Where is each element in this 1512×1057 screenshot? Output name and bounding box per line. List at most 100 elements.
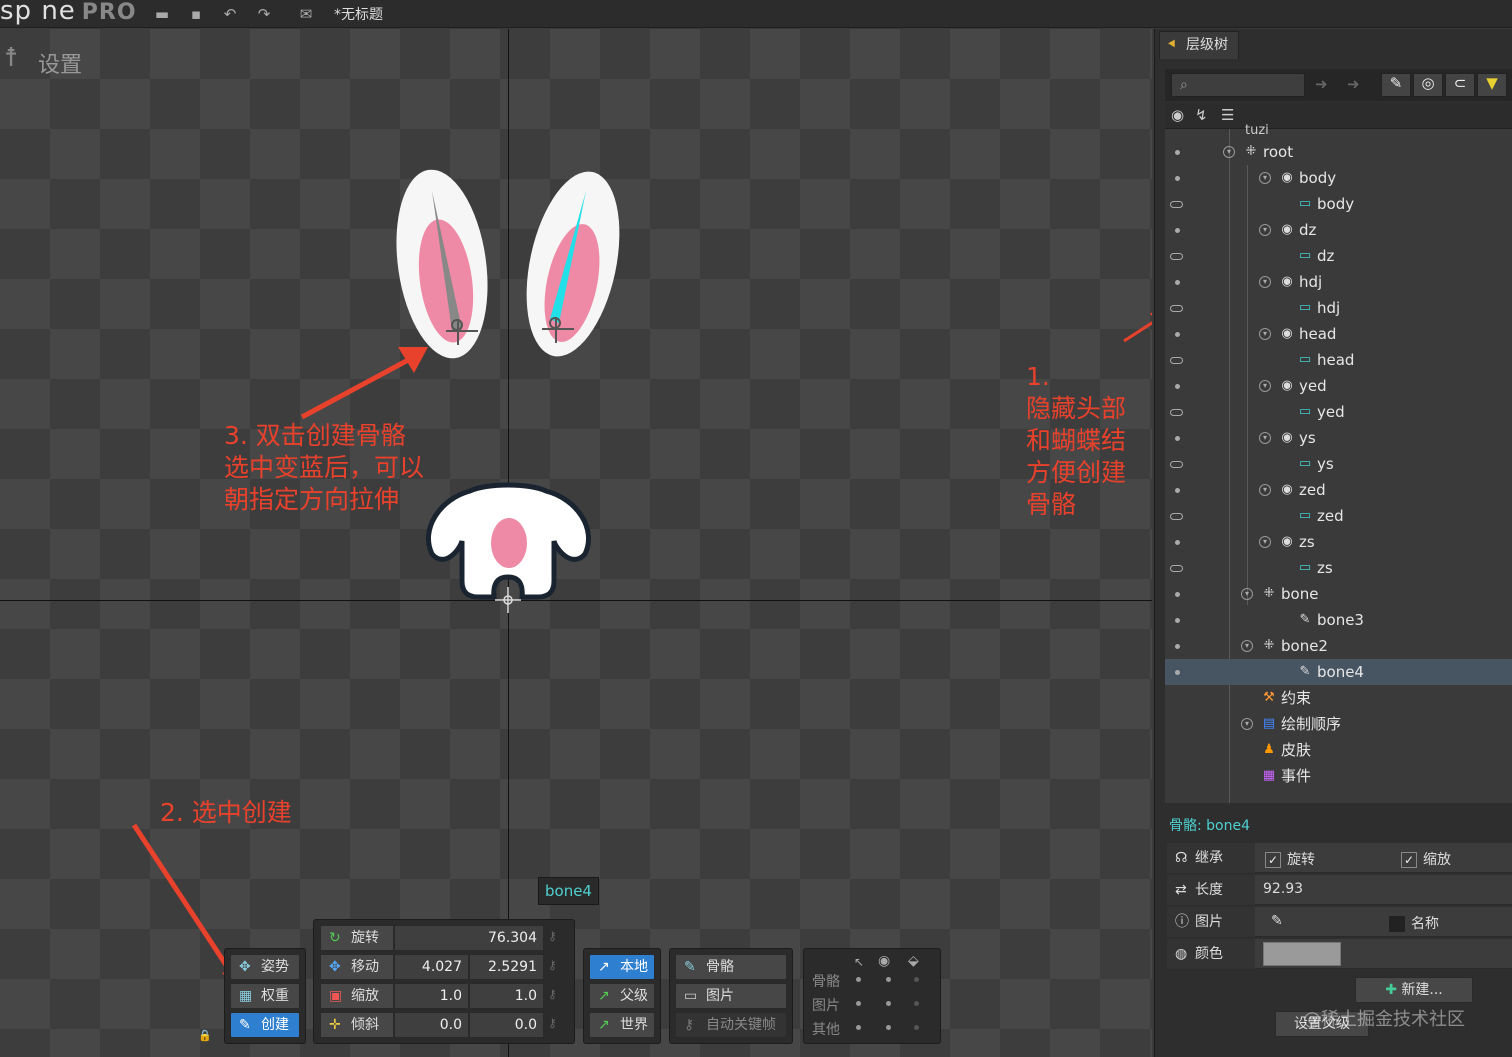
folder-icon[interactable]: ▬ [152, 4, 172, 24]
tree-node-bone-leaf[interactable]: ✎ bone3 [1165, 607, 1512, 633]
shear-tool[interactable]: ✛ 倾斜 [320, 1012, 394, 1038]
arrow-right-icon[interactable]: ➜ [1347, 75, 1360, 93]
lock-icon[interactable]: 🔒 [198, 1029, 212, 1042]
rotate-tool[interactable]: ↻ 旋转 [320, 925, 394, 951]
tree-node-attachment[interactable]: ▭ ys [1165, 451, 1512, 477]
visibility-toggle[interactable] [1175, 436, 1180, 441]
skeleton-node[interactable]: tuzi [1245, 123, 1269, 138]
expand-toggle-icon[interactable]: ▾ [1241, 588, 1253, 600]
scale-y-field[interactable]: 1.0 [469, 983, 544, 1009]
auto-key-button[interactable]: ⚷ 自动关键帧 [675, 1012, 787, 1038]
parent-axes-button[interactable]: ↗ 父级 [589, 983, 655, 1009]
shear-y-field[interactable]: 0.0 [469, 1012, 544, 1038]
tree-node-slot[interactable]: ▾ ◉ yed [1165, 373, 1512, 399]
others-select-toggle[interactable] [856, 1025, 861, 1030]
expand-toggle-icon[interactable]: ▾ [1259, 484, 1271, 496]
tree-node-attachment[interactable]: ▭ head [1165, 347, 1512, 373]
right-ear[interactable] [511, 163, 634, 365]
visibility-toggle[interactable] [1170, 357, 1183, 364]
viewport-canvas[interactable]: ☨ 设置 3. 双击创建骨骼 选中变蓝后，可以 朝指定方向拉伸 1. 隐藏头部 … [0, 29, 1152, 1057]
tree-node-bone[interactable]: ▾ ⁜ bone [1165, 581, 1512, 607]
visibility-toggle[interactable] [1175, 618, 1180, 623]
length-field[interactable]: 92.93 [1263, 881, 1303, 897]
visibility-toggle[interactable] [1175, 332, 1180, 337]
tree-node-bone[interactable]: ▾ ⁜ bone2 [1165, 633, 1512, 659]
tree-node-attachment[interactable]: ▭ yed [1165, 399, 1512, 425]
tree-node-attachment[interactable]: ▭ body [1165, 191, 1512, 217]
others-names-toggle[interactable] [914, 1025, 919, 1030]
visibility-toggle[interactable] [1175, 228, 1180, 233]
rotate-key-icon[interactable]: ⚷ [548, 929, 566, 947]
scale-x-field[interactable]: 1.0 [394, 983, 469, 1009]
scale-tool[interactable]: ▣ 缩放 [320, 983, 394, 1009]
visibility-toggle[interactable] [1175, 592, 1180, 597]
tree-search-input[interactable]: ⌕ [1171, 73, 1305, 97]
bones-visible-toggle[interactable] [886, 977, 891, 982]
filter-funnel-icon[interactable]: ▼ [1477, 73, 1507, 97]
visibility-toggle[interactable] [1170, 305, 1183, 312]
expand-toggle-icon[interactable]: ▾ [1241, 640, 1253, 652]
redo-icon[interactable]: ↷ [254, 4, 274, 24]
new-button[interactable]: ✚ 新建... [1355, 977, 1473, 1003]
visibility-toggle[interactable] [1170, 565, 1183, 572]
image-toggle-icon[interactable]: ✎ [1271, 913, 1283, 929]
expand-toggle-icon[interactable]: ▾ [1259, 328, 1271, 340]
visibility-column-icon[interactable]: ◉ [1171, 106, 1184, 124]
tree-node-slot[interactable]: ▾ ◉ zed [1165, 477, 1512, 503]
visibility-toggle[interactable] [1170, 513, 1183, 520]
name-checkbox[interactable]: 名称 [1389, 913, 1439, 933]
world-axes-button[interactable]: ↗ 世界 [589, 1012, 655, 1038]
shear-x-field[interactable]: 0.0 [394, 1012, 469, 1038]
expand-toggle-icon[interactable]: ▾ [1241, 718, 1253, 730]
expand-toggle-icon[interactable]: ▾ [1259, 224, 1271, 236]
visibility-toggle[interactable] [1170, 461, 1183, 468]
save-icon[interactable]: ▪ [186, 4, 206, 24]
tab-hierarchy[interactable]: ⯇ 层级树 [1159, 31, 1239, 59]
visibility-toggle[interactable] [1175, 670, 1180, 675]
inherit-scale-checkbox[interactable]: ✓ 缩放 [1401, 849, 1451, 869]
tree-node-slot[interactable]: ▾ ◉ zs [1165, 529, 1512, 555]
translate-key-icon[interactable]: ⚷ [548, 958, 566, 976]
visibility-toggle[interactable] [1175, 150, 1180, 155]
weights-button[interactable]: ▦ 权重 [230, 983, 300, 1009]
bones-select-toggle[interactable] [856, 977, 861, 982]
arrow-left-icon[interactable]: ➜ [1315, 75, 1328, 93]
expand-toggle-icon[interactable]: ▾ [1259, 172, 1271, 184]
tree-node-attachment[interactable]: ▭ dz [1165, 243, 1512, 269]
color-swatch[interactable] [1263, 942, 1341, 966]
export-icon[interactable]: ✉ [296, 4, 316, 24]
expand-toggle-icon[interactable]: ▾ [1259, 536, 1271, 548]
translate-tool[interactable]: ✥ 移动 [320, 954, 394, 980]
shear-key-icon[interactable]: ⚷ [548, 1016, 566, 1034]
tree-node-draw-order[interactable]: ▾ ▤ 绘制顺序 [1165, 711, 1512, 737]
local-axes-button[interactable]: ↗ 本地 [589, 954, 655, 980]
bones-names-toggle[interactable] [914, 977, 919, 982]
visibility-toggle[interactable] [1175, 176, 1180, 181]
rotate-value-field[interactable]: 76.304 [394, 925, 544, 951]
pose-button[interactable]: ✥ 姿势 [230, 954, 300, 980]
expand-toggle-icon[interactable]: ▾ [1259, 276, 1271, 288]
visibility-toggle[interactable] [1170, 409, 1183, 416]
tree-column-icon[interactable]: ☰ [1221, 106, 1234, 124]
tree-node-slot[interactable]: ▾ ◉ head [1165, 321, 1512, 347]
compensate-bones-button[interactable]: ✎ 骨骼 [675, 954, 787, 980]
tree-node-slot[interactable]: ▾ ◉ body [1165, 165, 1512, 191]
tree-node-bone-leaf[interactable]: ✎ bone4 [1165, 659, 1512, 685]
rabbit-body[interactable] [425, 482, 592, 600]
expand-toggle-icon[interactable]: ▾ [1259, 432, 1271, 444]
filter-bones-icon[interactable]: ✎ [1381, 73, 1411, 97]
tree-node-slot[interactable]: ▾ ◉ ys [1165, 425, 1512, 451]
scale-key-icon[interactable]: ⚷ [548, 987, 566, 1005]
visibility-toggle[interactable] [1175, 384, 1180, 389]
tree-node-constraints[interactable]: ⚒ 约束 [1165, 685, 1512, 711]
create-button[interactable]: ✎ 创建 [230, 1012, 300, 1038]
others-visible-toggle[interactable] [886, 1025, 891, 1030]
tree-node-slot[interactable]: ▾ ◉ hdj [1165, 269, 1512, 295]
visibility-toggle[interactable] [1175, 540, 1180, 545]
tree-node-attachment[interactable]: ▭ zed [1165, 503, 1512, 529]
images-select-toggle[interactable] [856, 1001, 861, 1006]
undo-icon[interactable]: ↶ [220, 4, 240, 24]
inherit-rotation-checkbox[interactable]: ✓ 旋转 [1265, 849, 1315, 869]
visibility-toggle[interactable] [1175, 280, 1180, 285]
compensate-images-button[interactable]: ▭ 图片 [675, 983, 787, 1009]
